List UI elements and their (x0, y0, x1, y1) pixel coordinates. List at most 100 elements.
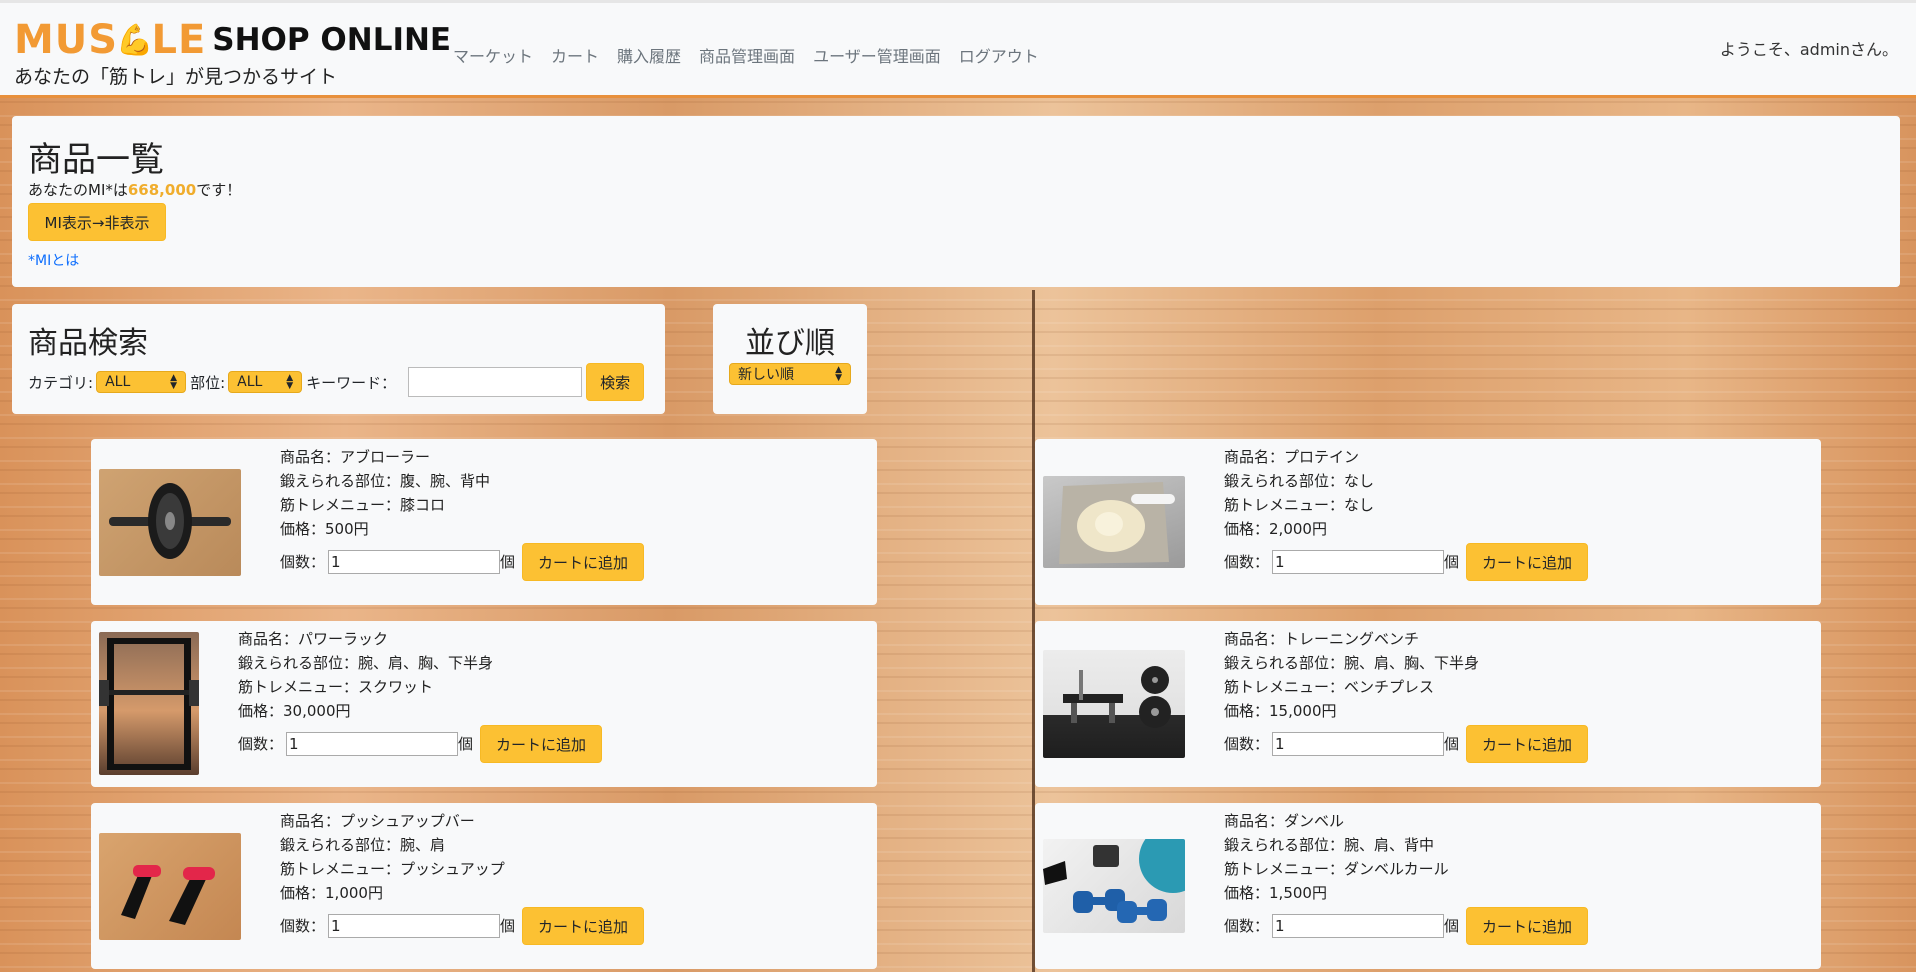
qty-unit: 個 (1444, 553, 1460, 571)
product-part: 腕、肩、胸、下半身 (1344, 654, 1480, 672)
add-to-cart-button[interactable]: カートに追加 (1466, 725, 1589, 763)
add-to-cart-button[interactable]: カートに追加 (1466, 907, 1589, 945)
product-menu: なし (1344, 496, 1375, 514)
product-card: 商品名：トレーニングベンチ 鍛えられる部位：腕、肩、胸、下半身 筋トレメニュー：… (1035, 621, 1821, 787)
welcome-message: ようこそ、adminさん。 (1719, 40, 1898, 59)
select-arrows-icon: ▲ ▼ (170, 373, 178, 391)
qty-label: 個数： (1224, 553, 1270, 571)
search-title: 商品検索 (28, 326, 148, 361)
menu-label: 筋トレメニュー： (1224, 860, 1345, 878)
sort-select-value: 新しい順 (738, 367, 794, 383)
part-select-value: ALL (237, 374, 263, 390)
select-arrows-icon: ▲ ▼ (286, 373, 294, 391)
qty-label: 個数： (280, 917, 326, 935)
qty-unit: 個 (1444, 917, 1460, 935)
name-label: 商品名： (1224, 630, 1285, 648)
power-rack-image (99, 632, 199, 775)
sort-select[interactable]: 新しい順 ▲ ▼ (729, 363, 851, 385)
product-card: 商品名：プロテイン 鍛えられる部位：なし 筋トレメニュー：なし 価格：2,000… (1035, 439, 1821, 605)
keyword-input[interactable] (408, 367, 583, 397)
nav-product-admin[interactable]: 商品管理画面 (690, 43, 804, 67)
name-label: 商品名： (280, 448, 341, 466)
product-menu: スクワット (358, 678, 434, 696)
part-label: 鍛えられる部位： (280, 472, 401, 490)
nav-logout[interactable]: ログアウト (950, 43, 1048, 67)
name-label: 商品名： (1224, 812, 1285, 830)
part-label: 鍛えられる部位： (1224, 836, 1345, 854)
product-menu: ベンチプレス (1344, 678, 1435, 696)
quantity-input[interactable]: 1 (1272, 732, 1445, 756)
product-info: 商品名：ダンベル 鍛えられる部位：腕、肩、背中 筋トレメニュー：ダンベルカール … (1224, 809, 1589, 945)
search-panel: 商品検索 カテゴリ: ALL ▲ ▼ 部位: ALL ▲ ▼ キーワード： 検索 (12, 304, 665, 414)
search-button[interactable]: 検索 (586, 363, 645, 401)
add-to-cart-button[interactable]: カートに追加 (522, 543, 645, 581)
price-label: 価格： (1224, 702, 1270, 720)
qty-label: 個数： (280, 553, 326, 571)
qty-unit: 個 (458, 735, 474, 753)
product-card: 商品名：プッシュアップバー 鍛えられる部位：腕、肩 筋トレメニュー：プッシュアッ… (91, 803, 877, 969)
product-price: 500円 (325, 520, 369, 538)
top-navbar: MUS💪LE SHOP ONLINE あなたの「筋トレ」が見つかるサイト マーケッ… (0, 0, 1916, 98)
nav-user-admin[interactable]: ユーザー管理画面 (804, 43, 950, 67)
brand-tagline: あなたの「筋トレ」が見つかるサイト (14, 66, 338, 88)
name-label: 商品名： (238, 630, 299, 648)
price-label: 価格： (1224, 520, 1270, 538)
qty-unit: 個 (500, 553, 516, 571)
product-name: トレーニングベンチ (1284, 630, 1420, 648)
part-label: 鍛えられる部位： (280, 836, 401, 854)
quantity-input[interactable]: 1 (286, 732, 459, 756)
search-form: カテゴリ: ALL ▲ ▼ 部位: ALL ▲ ▼ キーワード： 検索 (28, 363, 645, 401)
bench-image (1043, 650, 1185, 758)
product-menu: 膝コロ (400, 496, 446, 514)
part-label: 鍛えられる部位： (1224, 472, 1345, 490)
part-label: 鍛えられる部位： (238, 654, 359, 672)
nav-cart[interactable]: カート (542, 43, 608, 67)
product-part: 腕、肩、背中 (1344, 836, 1435, 854)
brand-muscle-left: MUS (14, 17, 119, 63)
product-info: 商品名：トレーニングベンチ 鍛えられる部位：腕、肩、胸、下半身 筋トレメニュー：… (1224, 627, 1589, 763)
product-name: アブローラー (340, 448, 431, 466)
sort-panel: 並び順 新しい順 ▲ ▼ (713, 304, 867, 414)
nav-market[interactable]: マーケット (444, 43, 542, 67)
brand-logo[interactable]: MUS💪LE SHOP ONLINE (14, 17, 451, 63)
price-label: 価格： (280, 520, 326, 538)
nav-purchase-history[interactable]: 購入履歴 (608, 43, 690, 67)
name-label: 商品名： (1224, 448, 1285, 466)
mi-status: あなたのMI*は668,000です！ (28, 179, 241, 200)
mi-prefix: あなたのMI*は (28, 181, 128, 199)
price-label: 価格： (1224, 884, 1270, 902)
price-label: 価格： (238, 702, 284, 720)
quantity-input[interactable]: 1 (1272, 914, 1445, 938)
select-arrows-icon: ▲ ▼ (835, 365, 842, 383)
quantity-input[interactable]: 1 (328, 550, 501, 574)
product-name: プロテイン (1284, 448, 1360, 466)
product-name: プッシュアップバー (340, 812, 475, 830)
add-to-cart-button[interactable]: カートに追加 (1466, 543, 1589, 581)
product-menu: ダンベルカール (1344, 860, 1449, 878)
quantity-input[interactable]: 1 (328, 914, 501, 938)
brand-muscle-right: LE (151, 17, 207, 63)
product-card: 商品名：ダンベル 鍛えられる部位：腕、肩、背中 筋トレメニュー：ダンベルカール … (1035, 803, 1821, 969)
part-select[interactable]: ALL ▲ ▼ (228, 371, 303, 393)
protein-image (1043, 476, 1185, 568)
product-name: ダンベル (1284, 812, 1345, 830)
product-list-panel: 商品一覧 あなたのMI*は668,000です！ MI表示→非表示 *MIとは (12, 116, 1900, 287)
product-card: 商品名：アブローラー 鍛えられる部位：腹、腕、背中 筋トレメニュー：膝コロ 価格… (91, 439, 877, 605)
menu-label: 筋トレメニュー： (280, 496, 401, 514)
quantity-input[interactable]: 1 (1272, 550, 1445, 574)
mi-toggle-button[interactable]: MI表示→非表示 (28, 203, 166, 241)
product-info: 商品名：プロテイン 鍛えられる部位：なし 筋トレメニュー：なし 価格：2,000… (1224, 445, 1589, 581)
product-price: 30,000円 (283, 702, 351, 720)
keyword-label: キーワード： (306, 373, 397, 392)
part-label: 部位: (190, 373, 226, 392)
product-info: 商品名：プッシュアップバー 鍛えられる部位：腕、肩 筋トレメニュー：プッシュアッ… (280, 809, 645, 945)
menu-label: 筋トレメニュー： (238, 678, 359, 696)
product-name: パワーラック (298, 630, 389, 648)
mi-info-link[interactable]: *MIとは (28, 250, 79, 270)
add-to-cart-button[interactable]: カートに追加 (522, 907, 645, 945)
add-to-cart-button[interactable]: カートに追加 (480, 725, 603, 763)
category-select[interactable]: ALL ▲ ▼ (96, 371, 187, 393)
ab-roller-image (99, 469, 241, 576)
sort-title: 並び順 (745, 326, 835, 361)
qty-label: 個数： (238, 735, 284, 753)
